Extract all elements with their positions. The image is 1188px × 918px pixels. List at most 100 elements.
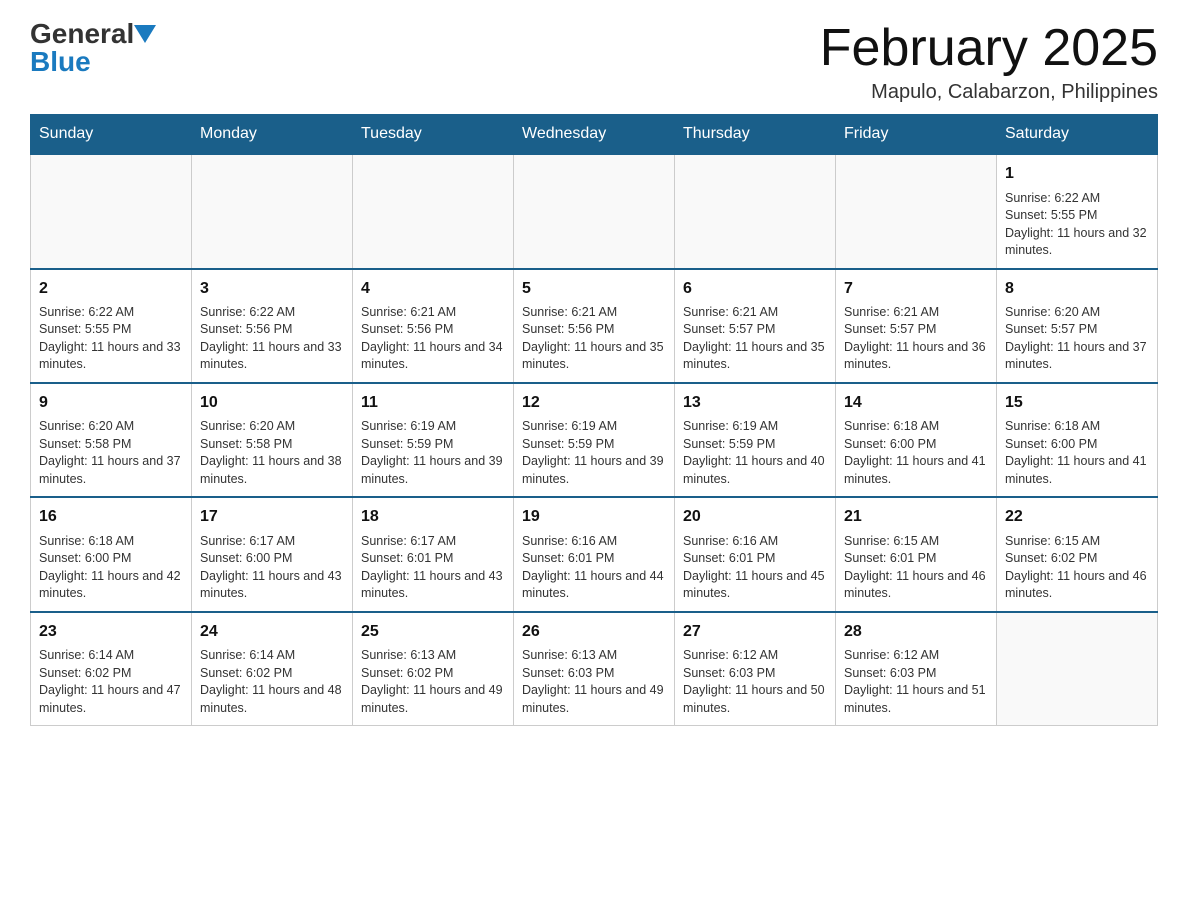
day-number: 11 [361, 392, 505, 414]
calendar-week-row: 1 Sunrise: 6:22 AMSunset: 5:55 PMDaylight… [31, 154, 1158, 268]
weekday-header-thursday: Thursday [675, 115, 836, 155]
day-info: Sunrise: 6:12 AMSunset: 6:03 PMDaylight:… [683, 647, 827, 717]
day-info: Sunrise: 6:14 AMSunset: 6:02 PMDaylight:… [200, 647, 344, 717]
day-info: Sunrise: 6:13 AMSunset: 6:02 PMDaylight:… [361, 647, 505, 717]
calendar-cell: 2 Sunrise: 6:22 AMSunset: 5:55 PMDaylight… [31, 269, 192, 383]
day-number: 23 [39, 621, 183, 643]
day-number: 26 [522, 621, 666, 643]
day-info: Sunrise: 6:19 AMSunset: 5:59 PMDaylight:… [361, 418, 505, 488]
day-number: 10 [200, 392, 344, 414]
calendar-cell: 8Sunrise: 6:20 AMSunset: 5:57 PMDaylight… [997, 269, 1158, 383]
calendar-cell: 18Sunrise: 6:17 AMSunset: 6:01 PMDayligh… [353, 497, 514, 611]
calendar-cell: 25 Sunrise: 6:13 AMSunset: 6:02 PMDayligh… [353, 612, 514, 726]
calendar-cell: 23 Sunrise: 6:14 AMSunset: 6:02 PMDayligh… [31, 612, 192, 726]
day-number: 12 [522, 392, 666, 414]
day-number: 25 [361, 621, 505, 643]
day-info: Sunrise: 6:20 AMSunset: 5:58 PMDaylight:… [39, 418, 183, 488]
day-number: 28 [844, 621, 988, 643]
calendar-cell: 17Sunrise: 6:17 AMSunset: 6:00 PMDayligh… [192, 497, 353, 611]
day-number: 7 [844, 278, 988, 300]
calendar-cell: 22Sunrise: 6:15 AMSunset: 6:02 PMDayligh… [997, 497, 1158, 611]
day-number: 19 [522, 506, 666, 528]
day-number: 8 [1005, 278, 1149, 300]
logo: General Blue [30, 20, 156, 76]
month-title: February 2025 [820, 20, 1158, 77]
weekday-header-row: SundayMondayTuesdayWednesdayThursdayFrid… [31, 115, 1158, 155]
day-info: Sunrise: 6:15 AMSunset: 6:01 PMDaylight:… [844, 533, 988, 603]
calendar-week-row: 16 Sunrise: 6:18 AMSunset: 6:00 PMDayligh… [31, 497, 1158, 611]
calendar-cell: 21 Sunrise: 6:15 AMSunset: 6:01 PMDayligh… [836, 497, 997, 611]
calendar-cell: 3 Sunrise: 6:22 AMSunset: 5:56 PMDaylight… [192, 269, 353, 383]
day-number: 20 [683, 506, 827, 528]
calendar-cell: 14 Sunrise: 6:18 AMSunset: 6:00 PMDayligh… [836, 383, 997, 497]
calendar-cell [997, 612, 1158, 726]
calendar-cell [675, 154, 836, 268]
day-info: Sunrise: 6:13 AMSunset: 6:03 PMDaylight:… [522, 647, 666, 717]
weekday-header-saturday: Saturday [997, 115, 1158, 155]
day-number: 16 [39, 506, 183, 528]
calendar-cell: 16 Sunrise: 6:18 AMSunset: 6:00 PMDayligh… [31, 497, 192, 611]
day-info: Sunrise: 6:21 AMSunset: 5:57 PMDaylight:… [683, 304, 827, 374]
calendar-cell: 13 Sunrise: 6:19 AMSunset: 5:59 PMDayligh… [675, 383, 836, 497]
location-subtitle: Mapulo, Calabarzon, Philippines [820, 81, 1158, 104]
day-info: Sunrise: 6:18 AMSunset: 6:00 PMDaylight:… [844, 418, 988, 488]
calendar-cell: 20Sunrise: 6:16 AMSunset: 6:01 PMDayligh… [675, 497, 836, 611]
day-info: Sunrise: 6:14 AMSunset: 6:02 PMDaylight:… [39, 647, 183, 717]
day-number: 24 [200, 621, 344, 643]
day-number: 3 [200, 278, 344, 300]
day-info: Sunrise: 6:22 AMSunset: 5:55 PMDaylight:… [39, 304, 183, 374]
calendar-cell [514, 154, 675, 268]
weekday-header-monday: Monday [192, 115, 353, 155]
day-number: 9 [39, 392, 183, 414]
day-info: Sunrise: 6:21 AMSunset: 5:56 PMDaylight:… [361, 304, 505, 374]
day-number: 14 [844, 392, 988, 414]
day-number: 13 [683, 392, 827, 414]
calendar-cell: 26 Sunrise: 6:13 AMSunset: 6:03 PMDayligh… [514, 612, 675, 726]
day-info: Sunrise: 6:22 AMSunset: 5:56 PMDaylight:… [200, 304, 344, 374]
title-block: February 2025 Mapulo, Calabarzon, Philip… [820, 20, 1158, 104]
day-info: Sunrise: 6:19 AMSunset: 5:59 PMDaylight:… [683, 418, 827, 488]
day-number: 27 [683, 621, 827, 643]
day-info: Sunrise: 6:18 AMSunset: 6:00 PMDaylight:… [39, 533, 183, 603]
weekday-header-tuesday: Tuesday [353, 115, 514, 155]
calendar-cell: 6 Sunrise: 6:21 AMSunset: 5:57 PMDaylight… [675, 269, 836, 383]
logo-triangle-icon [134, 25, 156, 43]
day-info: Sunrise: 6:19 AMSunset: 5:59 PMDaylight:… [522, 418, 666, 488]
day-number: 21 [844, 506, 988, 528]
calendar-cell: 11 Sunrise: 6:19 AMSunset: 5:59 PMDayligh… [353, 383, 514, 497]
day-info: Sunrise: 6:22 AMSunset: 5:55 PMDaylight:… [1005, 190, 1149, 260]
day-info: Sunrise: 6:21 AMSunset: 5:57 PMDaylight:… [844, 304, 988, 374]
weekday-header-friday: Friday [836, 115, 997, 155]
calendar-cell: 9 Sunrise: 6:20 AMSunset: 5:58 PMDaylight… [31, 383, 192, 497]
calendar-cell: 1 Sunrise: 6:22 AMSunset: 5:55 PMDaylight… [997, 154, 1158, 268]
day-info: Sunrise: 6:16 AMSunset: 6:01 PMDaylight:… [522, 533, 666, 603]
day-number: 4 [361, 278, 505, 300]
calendar-cell: 27 Sunrise: 6:12 AMSunset: 6:03 PMDayligh… [675, 612, 836, 726]
day-number: 17 [200, 506, 344, 528]
calendar-cell: 7 Sunrise: 6:21 AMSunset: 5:57 PMDaylight… [836, 269, 997, 383]
day-info: Sunrise: 6:21 AMSunset: 5:56 PMDaylight:… [522, 304, 666, 374]
logo-blue-text: Blue [30, 48, 91, 76]
weekday-header-sunday: Sunday [31, 115, 192, 155]
calendar-cell [353, 154, 514, 268]
day-number: 6 [683, 278, 827, 300]
day-number: 5 [522, 278, 666, 300]
day-number: 2 [39, 278, 183, 300]
calendar-week-row: 23 Sunrise: 6:14 AMSunset: 6:02 PMDayligh… [31, 612, 1158, 726]
calendar-cell: 15Sunrise: 6:18 AMSunset: 6:00 PMDayligh… [997, 383, 1158, 497]
calendar-cell: 28 Sunrise: 6:12 AMSunset: 6:03 PMDayligh… [836, 612, 997, 726]
calendar-cell: 4 Sunrise: 6:21 AMSunset: 5:56 PMDaylight… [353, 269, 514, 383]
calendar-cell [31, 154, 192, 268]
calendar-table: SundayMondayTuesdayWednesdayThursdayFrid… [30, 114, 1158, 726]
day-info: Sunrise: 6:12 AMSunset: 6:03 PMDaylight:… [844, 647, 988, 717]
day-info: Sunrise: 6:20 AMSunset: 5:58 PMDaylight:… [200, 418, 344, 488]
logo-general-text: General [30, 20, 134, 48]
calendar-cell: 12 Sunrise: 6:19 AMSunset: 5:59 PMDayligh… [514, 383, 675, 497]
day-number: 15 [1005, 392, 1149, 414]
calendar-week-row: 2 Sunrise: 6:22 AMSunset: 5:55 PMDaylight… [31, 269, 1158, 383]
day-info: Sunrise: 6:15 AMSunset: 6:02 PMDaylight:… [1005, 533, 1149, 603]
weekday-header-wednesday: Wednesday [514, 115, 675, 155]
calendar-cell: 5 Sunrise: 6:21 AMSunset: 5:56 PMDaylight… [514, 269, 675, 383]
calendar-cell: 19 Sunrise: 6:16 AMSunset: 6:01 PMDayligh… [514, 497, 675, 611]
day-number: 1 [1005, 163, 1149, 185]
